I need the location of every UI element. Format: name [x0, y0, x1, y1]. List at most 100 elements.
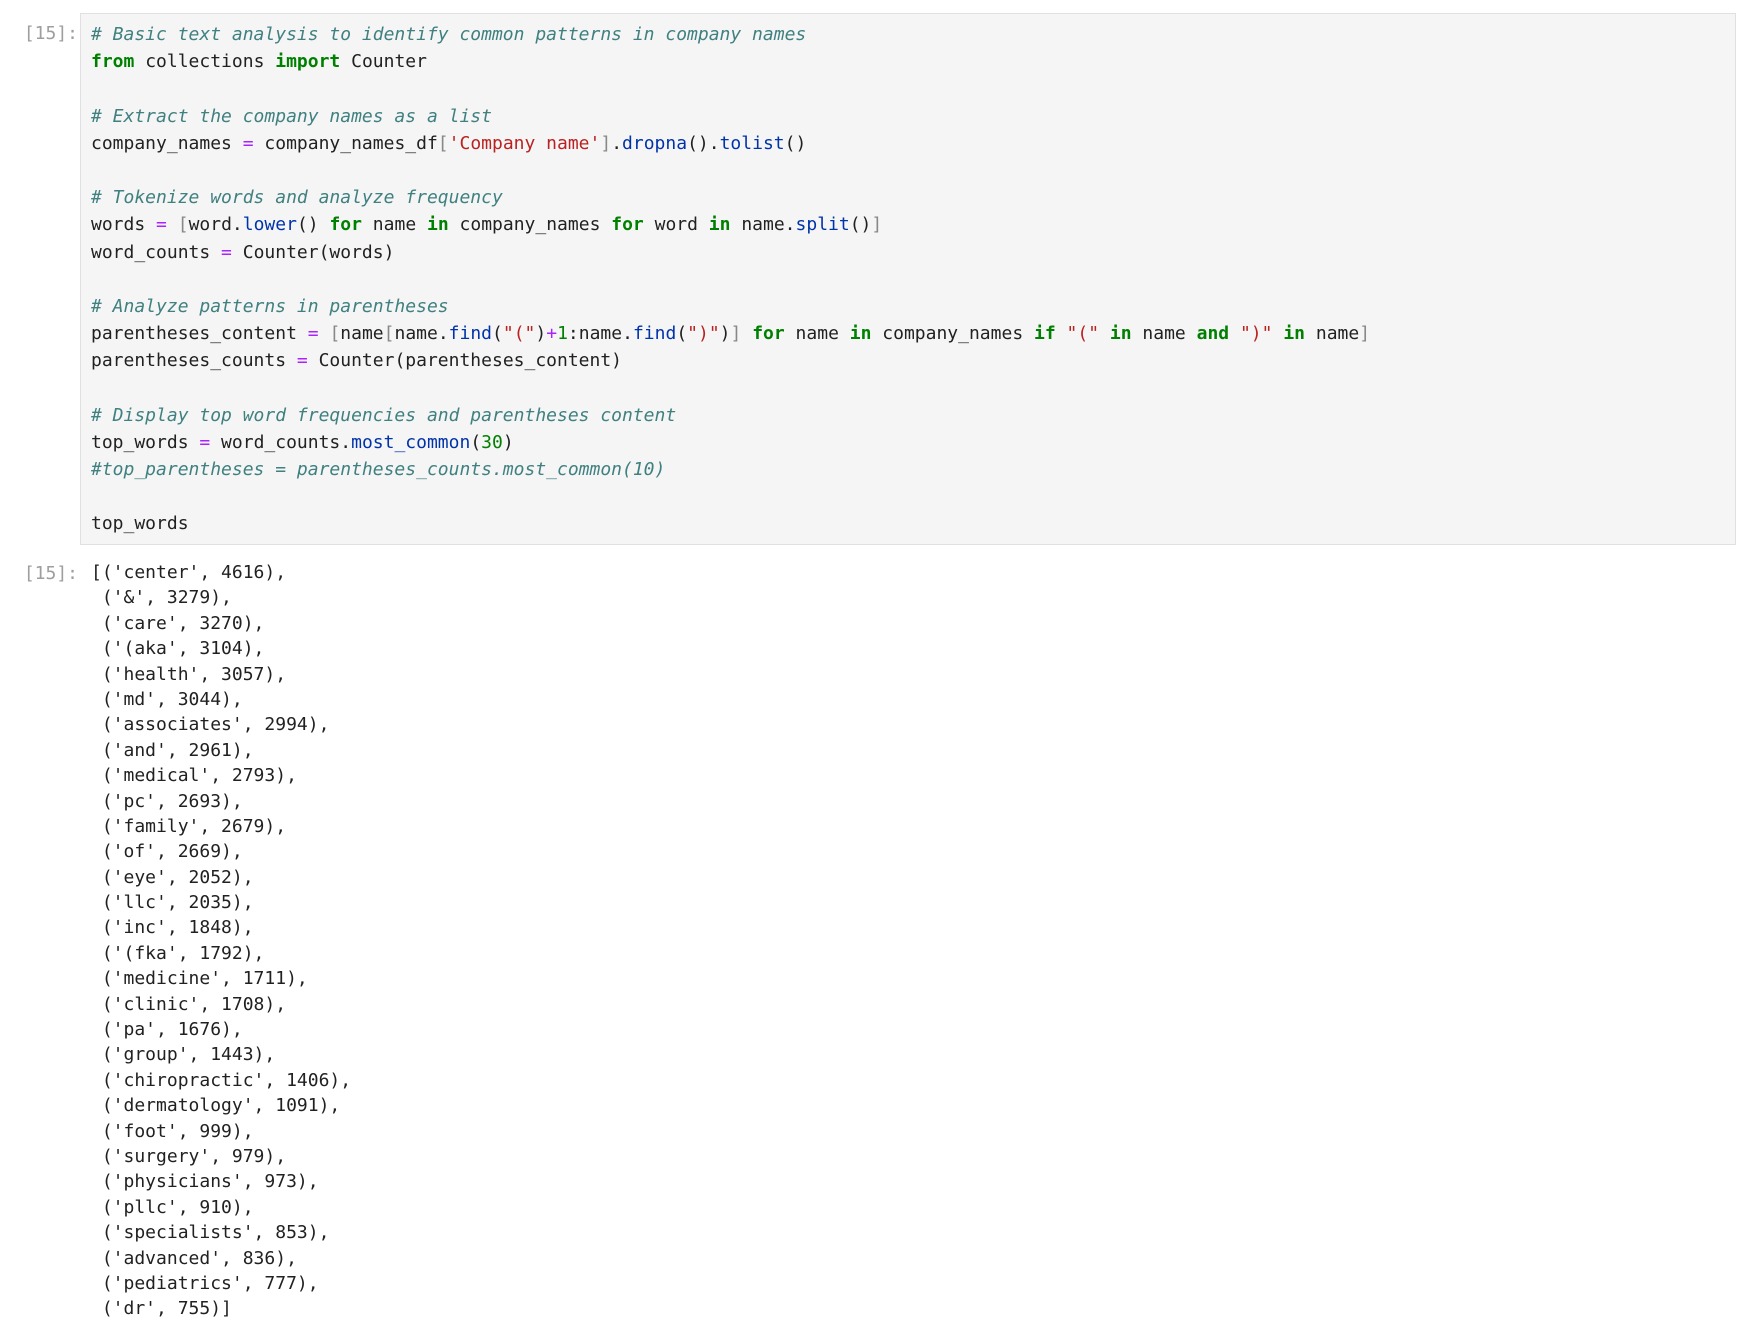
code-token: [ [329, 323, 341, 345]
code-token: [ [437, 132, 449, 154]
code-token: = [296, 350, 308, 372]
code-token: = [221, 241, 232, 263]
code-token: company_names [448, 214, 612, 236]
code-line: words = [word.lower() for name in compan… [91, 211, 1370, 238]
code-token: parentheses_content [91, 323, 308, 345]
code-token: name [340, 323, 384, 345]
code-token: name. [730, 214, 796, 236]
output-line: ('(fka', 1792), [91, 942, 265, 964]
code-token: # Basic text analysis to identify common… [91, 24, 807, 45]
output-line: ('care', 3270), [91, 612, 265, 634]
output-line: ('family', 2679), [91, 815, 287, 837]
code-token: ] [600, 132, 612, 154]
code-token: in [849, 323, 872, 345]
code-token: parentheses_counts [91, 350, 297, 372]
output-line: ('clinic', 1708), [91, 993, 287, 1015]
code-token: Counter [340, 51, 427, 73]
code-token: in [1283, 323, 1306, 345]
code-token: 30 [481, 431, 503, 453]
code-token: ( [492, 323, 503, 345]
output-line: ('dr', 755)] [91, 1298, 232, 1320]
code-token: words [91, 214, 157, 236]
code-token: 'Company name' [448, 132, 601, 154]
output-line: ('of', 2669), [91, 841, 243, 863]
code-token: for [752, 323, 785, 345]
code-token: ) [502, 431, 514, 453]
output-line: ('pediatrics', 777), [91, 1272, 319, 1294]
code-token: () [784, 132, 807, 154]
code-token: most_common [351, 431, 471, 453]
code-token: ")" [1239, 323, 1273, 345]
code-token: = [307, 323, 319, 345]
code-token: top_words [91, 431, 200, 453]
code-token: find [448, 323, 493, 345]
output-line: ('md', 3044), [91, 688, 243, 710]
code-token: in [708, 214, 731, 236]
code-token: company_names_df [253, 132, 438, 154]
code-token: (). [687, 132, 720, 154]
code-token: = [242, 132, 254, 154]
output-line: ('physicians', 973), [91, 1171, 319, 1193]
code-token: and [1196, 323, 1230, 345]
code-token: for [329, 214, 362, 236]
output-line: ('&', 3279), [91, 587, 232, 609]
code-token: import [275, 51, 341, 73]
code-token: from [91, 51, 135, 73]
code-line: parentheses_content = [name[name.find("(… [91, 320, 1370, 347]
code-token: = [199, 431, 211, 453]
code-line: top_words = word_counts.most_common(30) [91, 429, 1370, 456]
code-token: # Tokenize words and analyze frequency [91, 187, 503, 209]
output-line: [('center', 4616), [91, 562, 287, 583]
code-token: find [632, 323, 677, 345]
code-token: # Display top word frequencies and paren… [91, 404, 677, 426]
code-line: # Basic text analysis to identify common… [91, 21, 1370, 48]
code-token: + [546, 323, 558, 345]
code-token: word. [188, 214, 243, 236]
code-lines: # Basic text analysis to identify common… [91, 21, 1370, 538]
code-token: word [643, 214, 709, 236]
output-line: ('llc', 2035), [91, 892, 254, 914]
code-token: name. [394, 323, 449, 345]
code-editor[interactable]: # Basic text analysis to identify common… [80, 13, 1736, 545]
code-token: ( [470, 431, 482, 453]
code-token: Counter(parentheses_content) [307, 350, 623, 372]
code-line: # Analyze patterns in parentheses [91, 293, 1370, 320]
code-token: in [427, 214, 449, 236]
input-prompt: [15]: [23, 23, 78, 44]
code-token: ) [719, 323, 731, 345]
output-line: ('eye', 2052), [91, 866, 254, 888]
code-token: ) [535, 323, 547, 345]
code-token: # Analyze patterns in parentheses [91, 295, 449, 317]
code-token: for [611, 214, 644, 236]
code-token: [ [383, 323, 395, 345]
code-line: from collections import Counter [91, 48, 1370, 75]
code-token: tolist [719, 132, 785, 154]
code-token: Counter(words) [231, 241, 395, 263]
code-token: company_names [871, 323, 1034, 345]
code-token: collections [134, 51, 276, 73]
code-token: top_words [91, 513, 189, 535]
code-token: "(" [1066, 323, 1100, 345]
code-token: () [296, 214, 330, 236]
code-token: :name. [567, 323, 633, 345]
code-line: word_counts = Counter(words) [91, 239, 1370, 266]
code-token: word_counts. [210, 431, 352, 453]
code-token: . [611, 132, 623, 154]
output-text: [('center', 4616), ('&', 3279), ('care',… [91, 560, 351, 1322]
code-token: () [849, 214, 872, 236]
output-prompt: [15]: [23, 563, 78, 584]
output-line: ('health', 3057), [91, 663, 287, 685]
code-token: if [1034, 323, 1056, 345]
code-token: [ [177, 214, 189, 236]
code-token: ] [730, 323, 742, 345]
code-token: split [795, 214, 850, 236]
